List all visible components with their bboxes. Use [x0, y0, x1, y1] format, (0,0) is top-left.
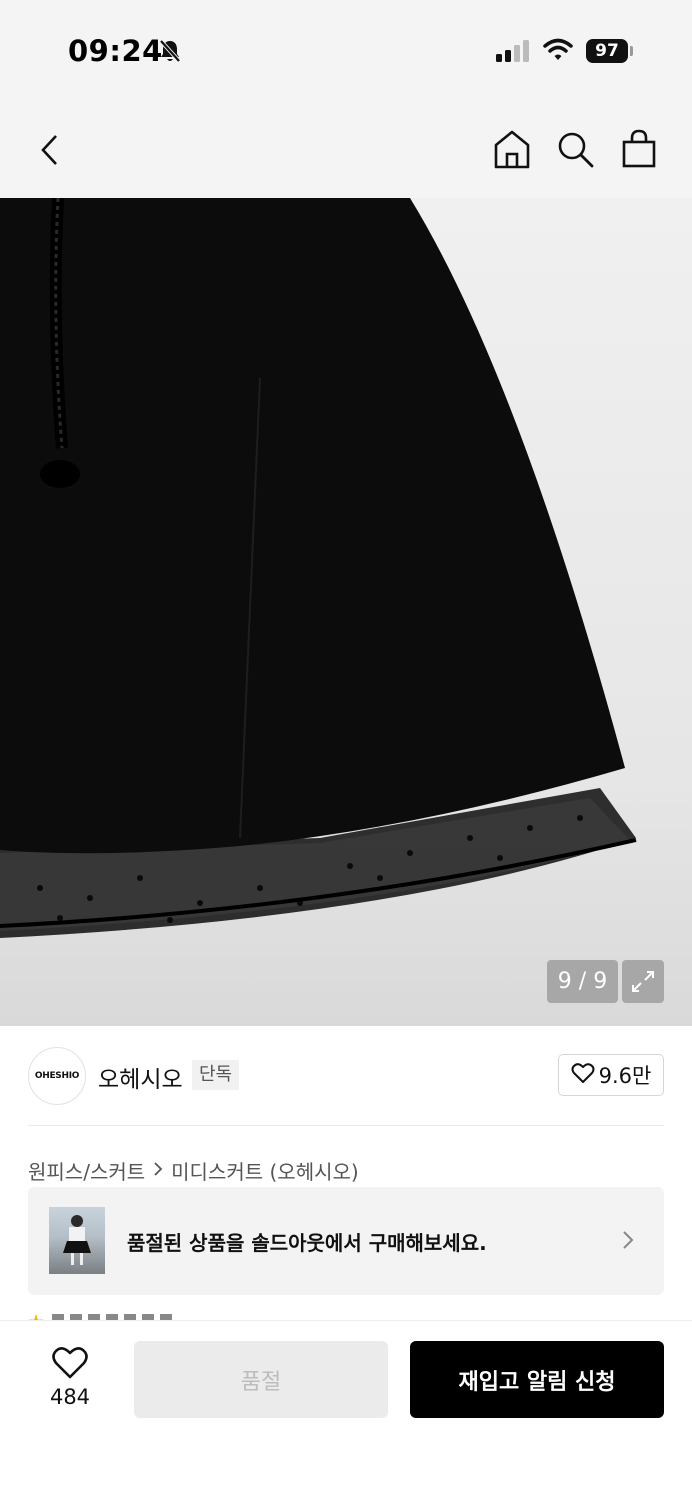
product-image[interactable]: [0, 198, 692, 1026]
bell-muted-icon: [158, 38, 182, 68]
chevron-right-icon: [620, 1228, 636, 1256]
brand-name[interactable]: 오헤시오: [98, 1060, 183, 1094]
soldout-banner[interactable]: 품절된 상품을 솔드아웃에서 구매해보세요.: [28, 1187, 664, 1295]
soldout-banner-text: 품절된 상품을 솔드아웃에서 구매해보세요.: [127, 1231, 487, 1255]
restock-alert-button[interactable]: 재입고 알림 신청: [410, 1341, 664, 1418]
search-icon[interactable]: [556, 130, 596, 174]
banner-thumbnail: [49, 1207, 105, 1274]
top-bar: 09:24 97: [0, 0, 692, 198]
breadcrumb-category[interactable]: 원피스/스커트: [28, 1156, 145, 1185]
home-icon[interactable]: [492, 128, 532, 174]
wish-count: 484: [49, 1385, 91, 1409]
battery-indicator: 97: [586, 39, 628, 63]
soldout-button: 품절: [134, 1341, 388, 1418]
expand-icon[interactable]: [622, 960, 664, 1003]
divider: [28, 1125, 664, 1126]
brand-like-count: 9.6만: [598, 1064, 652, 1088]
brand-logo[interactable]: OHESHIO: [28, 1047, 86, 1105]
cellular-signal-icon: [496, 40, 532, 66]
image-counter: 9 / 9: [547, 960, 618, 1003]
brand-like-button[interactable]: 9.6만: [558, 1054, 664, 1096]
status-time: 09:24: [68, 34, 163, 68]
chevron-right-icon: [151, 1159, 165, 1183]
battery-nub: [630, 46, 633, 56]
exclusive-badge: 단독: [192, 1060, 240, 1090]
breadcrumb-subcategory[interactable]: 미디스커트 (오헤시오): [171, 1156, 359, 1185]
wifi-icon: [543, 38, 573, 66]
shopping-bag-icon[interactable]: [620, 128, 658, 174]
breadcrumb: 원피스/스커트 미디스커트 (오헤시오): [28, 1156, 359, 1185]
heart-icon: [571, 1062, 595, 1088]
back-icon[interactable]: [34, 130, 64, 174]
heart-icon[interactable]: [52, 1346, 88, 1384]
